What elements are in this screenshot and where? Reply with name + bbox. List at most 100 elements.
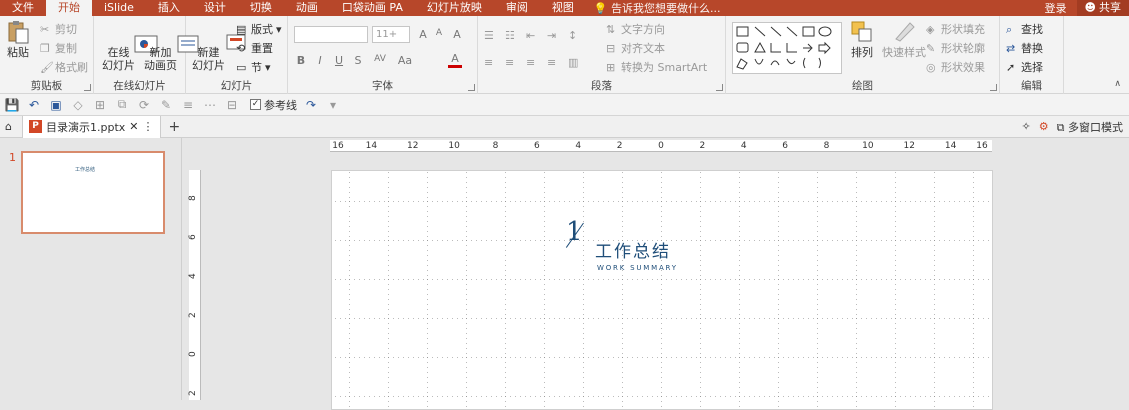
font-color-button[interactable]: A xyxy=(448,52,462,68)
paint-icon[interactable]: ✎ xyxy=(158,98,174,112)
shape-effects-button[interactable]: ◎ 形状效果 xyxy=(926,59,985,75)
shape-fill-button[interactable]: ◈ 形状填充 xyxy=(926,21,985,37)
strike-button[interactable]: S xyxy=(351,54,365,67)
clipboard-group-label: 剪贴板 xyxy=(30,80,63,92)
section-button[interactable]: ▭ 节 ▾ xyxy=(236,59,271,75)
paste-button[interactable]: 粘贴 xyxy=(6,19,30,59)
slide-thumbnail[interactable]: 工作总结 xyxy=(21,151,165,234)
save-icon[interactable]: 💾 xyxy=(4,98,20,112)
align-text-button[interactable]: ⊟ 对齐文本 xyxy=(606,40,665,56)
new-animation-page-button[interactable]: 新加 动画页 xyxy=(144,19,199,72)
tab-menu-icon[interactable]: ⋮ xyxy=(143,120,154,133)
line-spacing-icon[interactable]: ↕ xyxy=(568,29,580,42)
tab-insert[interactable]: 插入 xyxy=(146,0,192,16)
slide-title[interactable]: 工作总结 xyxy=(595,237,671,262)
home-icon[interactable]: ⌂ xyxy=(5,120,12,133)
gear-icon[interactable]: ⚙ xyxy=(1039,120,1049,133)
ruler-tick: 0 xyxy=(187,351,198,357)
new-tab-icon[interactable]: + xyxy=(169,119,181,135)
login-button[interactable]: 登录 xyxy=(1035,0,1077,16)
columns-icon[interactable]: ▥ xyxy=(568,56,580,69)
italic-button[interactable]: I xyxy=(313,54,327,67)
settings-icon[interactable]: ✧ xyxy=(1022,120,1031,133)
shrink-font-button[interactable]: A xyxy=(432,28,446,38)
align-right-icon[interactable]: ≡ xyxy=(526,56,538,69)
increase-indent-icon[interactable]: ⇥ xyxy=(547,29,559,42)
align-left-icon[interactable]: ≡ xyxy=(484,56,496,69)
presentation-icon[interactable]: ▣ xyxy=(48,98,64,112)
drawing-launcher-icon[interactable] xyxy=(990,84,997,91)
select-label: 选择 xyxy=(1021,61,1043,74)
online-slide-button[interactable]: 在线 幻灯片 xyxy=(102,19,158,72)
ruler-tick: 10 xyxy=(862,141,874,151)
bold-button[interactable]: B xyxy=(294,54,308,67)
grid-icon[interactable]: ⊟ xyxy=(224,98,240,112)
font-launcher-icon[interactable] xyxy=(468,84,475,91)
char-spacing-button[interactable]: AV xyxy=(370,54,390,64)
tab-islide[interactable]: iSlide xyxy=(92,0,146,16)
distribute-icon[interactable]: ⋯ xyxy=(202,98,218,112)
replace-button[interactable]: ⇄ 替换 xyxy=(1006,40,1043,56)
windows-icon: ⧉ xyxy=(1056,120,1065,134)
find-button[interactable]: ⌕ 查找 xyxy=(1006,21,1043,37)
format-painter-button[interactable]: 🖌 格式刷 xyxy=(40,59,88,75)
share-button[interactable]: ☻ 共享 xyxy=(1076,0,1129,16)
grow-font-button[interactable]: A xyxy=(416,28,430,41)
shapes-icon[interactable]: ◇ xyxy=(70,98,86,112)
underline-button[interactable]: U xyxy=(332,54,346,67)
tab-pocket-animation[interactable]: 口袋动画 PA xyxy=(330,0,415,16)
shape-outline-button[interactable]: ✎ 形状轮廓 xyxy=(926,40,985,56)
tab-review[interactable]: 审阅 xyxy=(494,0,540,16)
quick-styles-button[interactable]: 快速样式 xyxy=(882,19,926,59)
tell-me-box[interactable]: 💡 告诉我您想要做什么... xyxy=(594,0,721,16)
paragraph-launcher-icon[interactable] xyxy=(716,84,723,91)
slide-subtitle[interactable]: WORK SUMMARY xyxy=(597,264,678,272)
customize-qat-icon[interactable]: ▾ xyxy=(325,98,341,112)
bullets-icon[interactable]: ☰ xyxy=(484,29,496,42)
cut-button[interactable]: ✂ 剪切 xyxy=(40,21,77,37)
select-button[interactable]: ➚ 选择 xyxy=(1006,59,1043,75)
tab-slideshow[interactable]: 幻灯片放映 xyxy=(415,0,494,16)
collapse-ribbon-icon[interactable]: ∧ xyxy=(1114,79,1121,89)
layout-button[interactable]: ▤ 版式 ▾ xyxy=(236,21,282,37)
new-slide-button[interactable]: 新建 幻灯片 xyxy=(192,19,246,72)
tab-animations[interactable]: 动画 xyxy=(284,0,330,16)
shapes-gallery[interactable] xyxy=(732,22,842,74)
slide[interactable]: 1 工作总结 WORK SUMMARY xyxy=(331,170,993,410)
align-center-icon[interactable]: ≡ xyxy=(505,56,517,69)
tab-file[interactable]: 文件 xyxy=(0,0,46,16)
change-case-button[interactable]: Aa xyxy=(396,54,414,67)
arrange-button[interactable]: 排列 xyxy=(850,19,874,59)
justify-icon[interactable]: ≡ xyxy=(547,56,559,69)
ruler-tick: 6 xyxy=(534,141,540,151)
reset-button[interactable]: ⟲ 重置 xyxy=(236,40,273,56)
multi-window-button[interactable]: ⧉ 多窗口模式 xyxy=(1057,119,1123,135)
reference-line-checkbox[interactable]: ✓ 参考线 xyxy=(250,97,297,113)
tab-design[interactable]: 设计 xyxy=(192,0,238,16)
rotate-icon[interactable]: ⟳ xyxy=(136,98,152,112)
tab-transitions[interactable]: 切换 xyxy=(238,0,284,16)
ruler-tick: 16 xyxy=(976,141,988,151)
group-icon[interactable]: ⧉ xyxy=(114,97,130,112)
font-family-select[interactable] xyxy=(294,26,368,43)
undo-icon[interactable]: ↶ xyxy=(26,98,42,112)
numbering-icon[interactable]: ☷ xyxy=(505,29,517,42)
copy-button[interactable]: ❐ 复制 xyxy=(40,40,77,56)
document-tab[interactable]: P 目录演示1.pptx ✕ ⋮ xyxy=(22,115,161,138)
align-objects-icon[interactable]: ⊞ xyxy=(92,98,108,112)
close-tab-icon[interactable]: ✕ xyxy=(129,120,138,133)
text-direction-button[interactable]: ⇅ 文字方向 xyxy=(606,21,665,37)
decrease-indent-icon[interactable]: ⇤ xyxy=(526,29,538,42)
replace-label: 替换 xyxy=(1021,42,1043,55)
line-icon[interactable]: ≡ xyxy=(180,98,196,112)
clear-format-button[interactable]: A xyxy=(450,28,464,41)
paint-bucket-icon: ◈ xyxy=(926,23,935,36)
tab-view[interactable]: 视图 xyxy=(540,0,586,16)
ruler-tick: 2 xyxy=(187,390,198,396)
tab-home[interactable]: 开始 xyxy=(46,0,92,16)
replace-icon: ⇄ xyxy=(1006,42,1016,55)
font-size-select[interactable]: 11+ xyxy=(372,26,410,43)
smartart-button[interactable]: ⊞ 转换为 SmartArt xyxy=(606,59,707,75)
redo-icon[interactable]: ↷ xyxy=(303,98,319,112)
clipboard-launcher-icon[interactable] xyxy=(84,84,91,91)
